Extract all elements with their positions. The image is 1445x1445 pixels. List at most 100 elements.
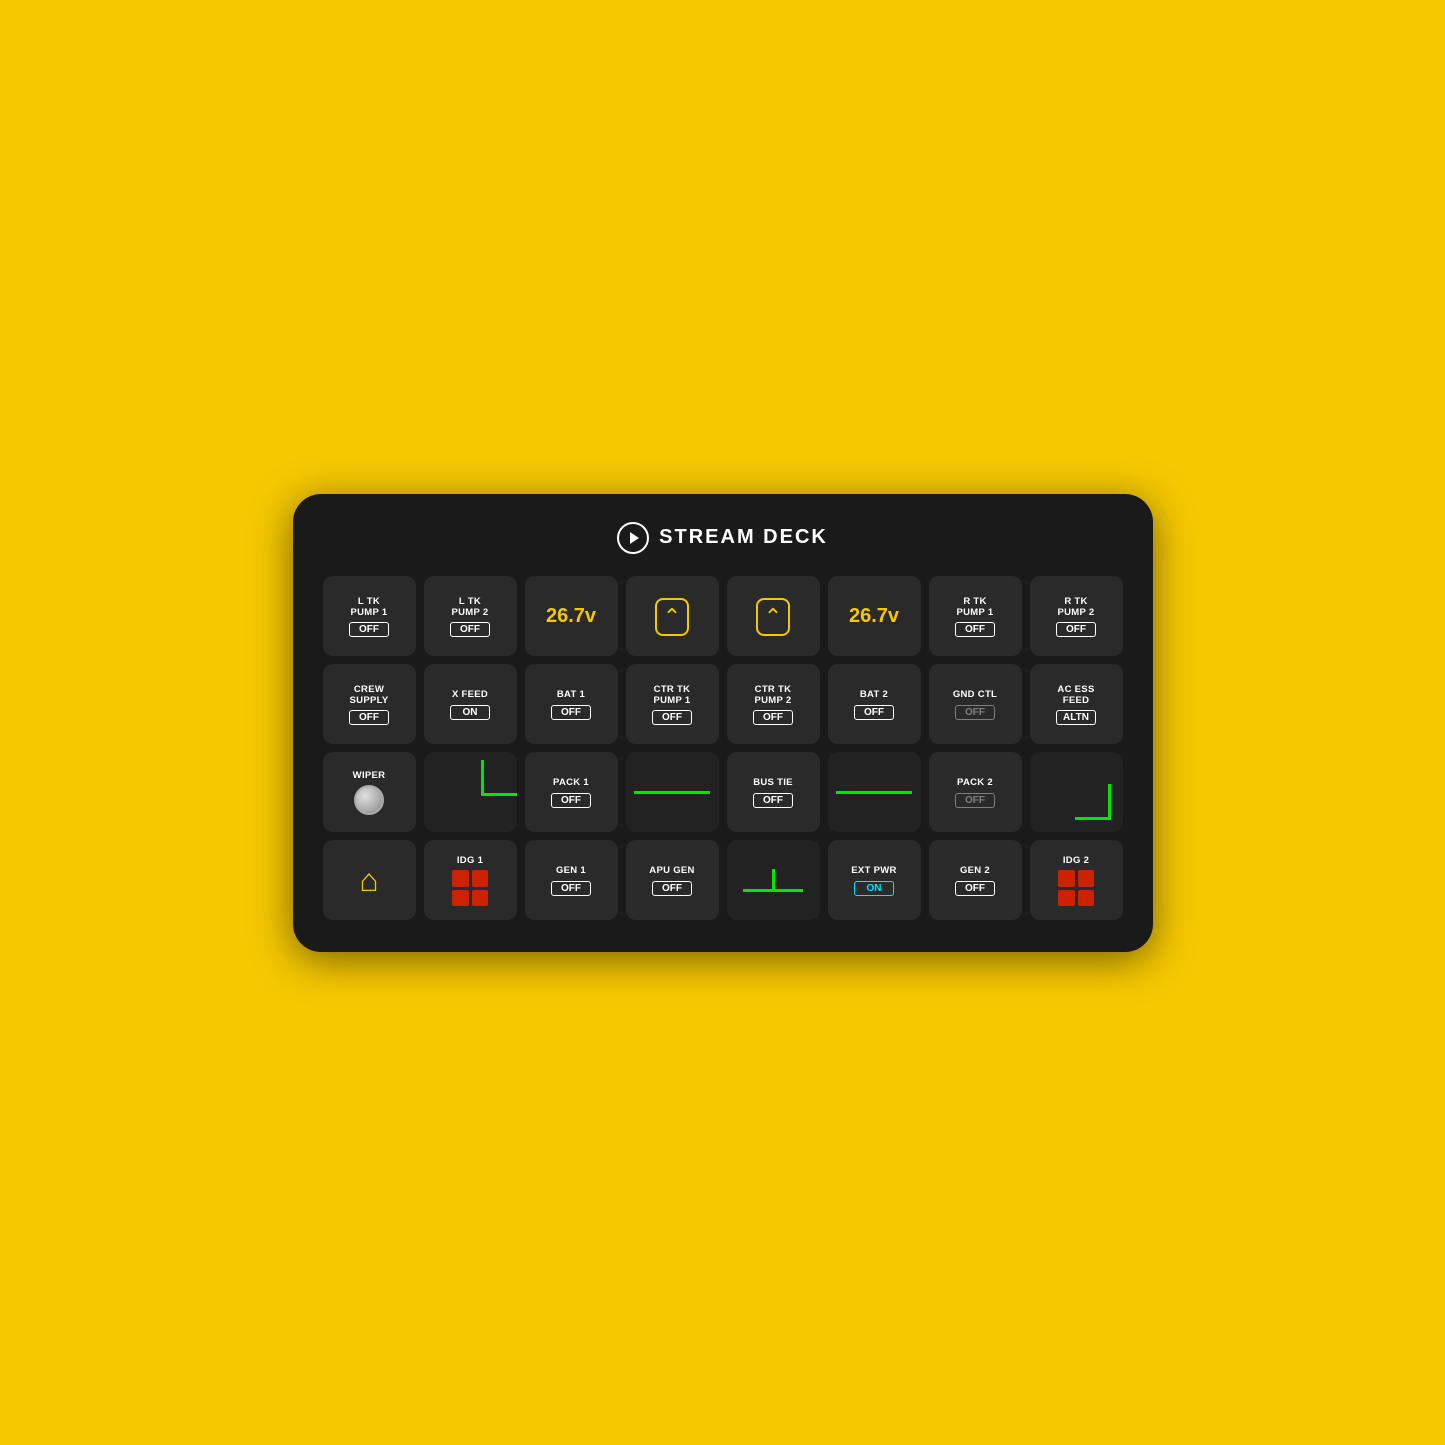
status-badge: OFF [652, 710, 692, 725]
btn-idg-1[interactable]: IDG 1 [424, 840, 517, 920]
voltage-value-left: 26.7v [546, 605, 596, 628]
idg-pane [472, 870, 489, 887]
btn-label: R TKPUMP 1 [957, 596, 994, 619]
status-badge: ON [450, 705, 490, 720]
voltage-value-right: 26.7v [849, 605, 899, 628]
btn-circuit-corner-right [1030, 752, 1123, 832]
btn-ctr-tk-pump-2[interactable]: CTR TKPUMP 2 OFF [727, 664, 820, 744]
btn-gen-2[interactable]: GEN 2 OFF [929, 840, 1022, 920]
status-badge: OFF [450, 622, 490, 637]
btn-ctr-tk-pump-1[interactable]: CTR TKPUMP 1 OFF [626, 664, 719, 744]
status-badge: OFF [349, 710, 389, 725]
status-badge: OFF [955, 793, 995, 808]
btn-l-tk-pump-1[interactable]: L TKPUMP 1 OFF [323, 576, 416, 656]
streamdeck-logo [617, 522, 649, 554]
btn-wiper[interactable]: WIPER [323, 752, 416, 832]
btn-label: EXT PWR [851, 865, 896, 876]
btn-bat-2[interactable]: BAT 2 OFF [828, 664, 921, 744]
btn-label: L TKPUMP 2 [452, 596, 489, 619]
btn-circuit-h-right [828, 752, 921, 832]
status-badge: OFF [753, 793, 793, 808]
btn-circuit-h-left [626, 752, 719, 832]
wiper-knob[interactable] [354, 785, 384, 815]
status-badge: OFF [753, 710, 793, 725]
green-t-top [772, 869, 775, 889]
app-title: STREAM DECK [659, 526, 828, 549]
idg-icon-2 [1058, 870, 1094, 906]
status-badge: OFF [652, 881, 692, 896]
green-corner-right-icon [1075, 784, 1111, 820]
btn-label: PACK 1 [553, 777, 589, 788]
btn-gnd-ctl[interactable]: GND CTL OFF [929, 664, 1022, 744]
btn-apu-gen[interactable]: APU GEN OFF [626, 840, 719, 920]
idg-pane [452, 870, 469, 887]
btn-chevron-up-2[interactable]: ⌃ [727, 576, 820, 656]
btn-label: CREWSUPPLY [350, 684, 389, 707]
idg-pane [1058, 870, 1075, 887]
status-badge: OFF [551, 705, 591, 720]
idg-pane [1078, 870, 1095, 887]
btn-r-tk-pump-2[interactable]: R TKPUMP 2 OFF [1030, 576, 1123, 656]
green-line-h-left-icon [634, 791, 711, 794]
idg-icon-1 [452, 870, 488, 906]
btn-x-feed[interactable]: X FEED ON [424, 664, 517, 744]
button-grid: L TKPUMP 1 OFF L TKPUMP 2 OFF 26.7v ⌃ ⌃ … [323, 576, 1123, 920]
status-badge: OFF [955, 881, 995, 896]
btn-bat-1[interactable]: BAT 1 OFF [525, 664, 618, 744]
idg-pane [472, 890, 489, 907]
btn-l-tk-pump-2[interactable]: L TKPUMP 2 OFF [424, 576, 517, 656]
status-badge: OFF [955, 705, 995, 720]
btn-label: BUS TIE [753, 777, 793, 788]
green-t-cross [743, 889, 803, 892]
btn-label: GEN 1 [556, 865, 586, 876]
status-badge: ON [854, 881, 894, 896]
btn-chevron-up-1[interactable]: ⌃ [626, 576, 719, 656]
btn-label: GND CTL [953, 689, 997, 700]
btn-circuit-t [727, 840, 820, 920]
btn-idg-2[interactable]: IDG 2 [1030, 840, 1123, 920]
btn-label: BAT 1 [557, 689, 585, 700]
btn-label: APU GEN [649, 865, 694, 876]
btn-label: PACK 2 [957, 777, 993, 788]
idg-pane [1078, 890, 1095, 907]
status-badge: OFF [551, 793, 591, 808]
btn-ext-pwr[interactable]: EXT PWR ON [828, 840, 921, 920]
btn-label: AC ESSFEED [1057, 684, 1094, 707]
chevron-box-2: ⌃ [756, 598, 790, 636]
header: STREAM DECK [323, 522, 1123, 554]
status-badge: OFF [349, 622, 389, 637]
btn-gen-1[interactable]: GEN 1 OFF [525, 840, 618, 920]
btn-pack-1[interactable]: PACK 1 OFF [525, 752, 618, 832]
chevron-up-icon-2: ⌃ [764, 606, 782, 628]
btn-voltage-right[interactable]: 26.7v [828, 576, 921, 656]
btn-bus-tie[interactable]: BUS TIE OFF [727, 752, 820, 832]
chevron-box-1: ⌃ [655, 598, 689, 636]
green-corner-left-icon [481, 760, 517, 796]
btn-voltage-left[interactable]: 26.7v [525, 576, 618, 656]
btn-pack-2[interactable]: PACK 2 OFF [929, 752, 1022, 832]
status-badge: OFF [551, 881, 591, 896]
btn-circuit-corner-left [424, 752, 517, 832]
btn-home[interactable]: ⌂ [323, 840, 416, 920]
btn-label: CTR TKPUMP 1 [654, 684, 691, 707]
status-badge: OFF [1056, 622, 1096, 637]
btn-label: GEN 2 [960, 865, 990, 876]
status-badge: OFF [854, 705, 894, 720]
btn-label: IDG 1 [457, 855, 483, 866]
btn-crew-supply[interactable]: CREWSUPPLY OFF [323, 664, 416, 744]
idg-pane [1058, 890, 1075, 907]
idg-pane [452, 890, 469, 907]
btn-label: R TKPUMP 2 [1058, 596, 1095, 619]
green-line-h-right-icon [836, 791, 913, 794]
chevron-up-icon-1: ⌃ [663, 606, 681, 628]
btn-label: BAT 2 [860, 689, 888, 700]
btn-ac-ess-feed[interactable]: AC ESSFEED ALTN [1030, 664, 1123, 744]
btn-r-tk-pump-1[interactable]: R TKPUMP 1 OFF [929, 576, 1022, 656]
btn-label: L TKPUMP 1 [351, 596, 388, 619]
stream-deck-panel: STREAM DECK L TKPUMP 1 OFF L TKPUMP 2 OF… [293, 494, 1153, 952]
status-badge: OFF [955, 622, 995, 637]
btn-label: WIPER [353, 770, 386, 781]
home-icon: ⌂ [359, 862, 378, 899]
status-badge: ALTN [1056, 710, 1096, 725]
btn-label: CTR TKPUMP 2 [755, 684, 792, 707]
